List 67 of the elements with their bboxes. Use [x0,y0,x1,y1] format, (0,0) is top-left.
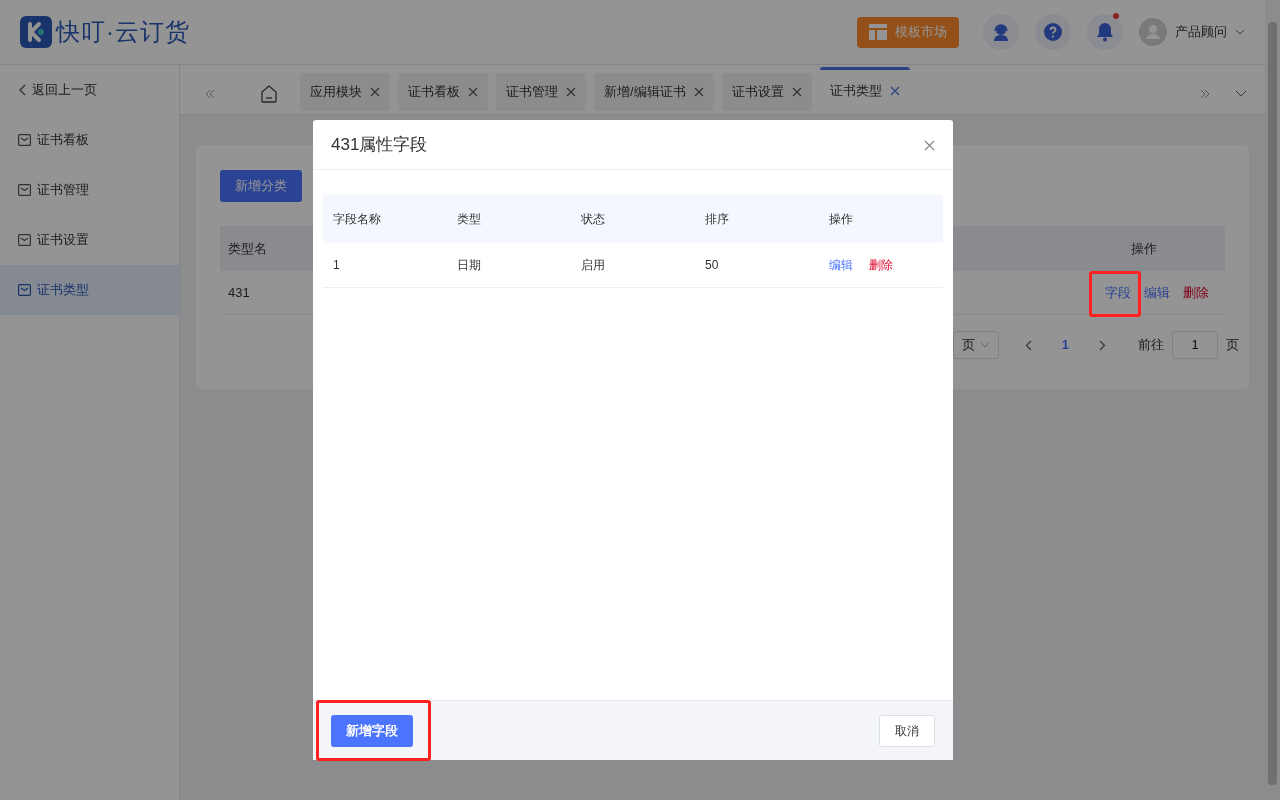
home-icon [260,84,278,103]
double-right-icon [1199,88,1211,99]
help-button[interactable] [1035,14,1071,50]
caret-icon [979,342,990,348]
tab[interactable]: 证书管理 [496,73,586,111]
close-icon[interactable] [889,85,900,96]
column-header: 操作 [829,212,853,226]
headset-icon [991,22,1011,42]
sidebar-item[interactable]: 证书类型 [0,265,179,315]
action-link[interactable]: 删除 [1183,284,1209,300]
close-icon[interactable] [693,87,704,97]
help-icon [1043,22,1063,42]
mail-icon [18,284,31,296]
cancel-button[interactable]: 取消 [879,714,935,747]
page-label: 页 [1226,336,1239,355]
mail-icon [18,184,31,196]
back-icon [18,84,26,96]
bell-icon [1096,22,1114,42]
action-link[interactable]: 删除 [869,256,893,274]
double-left-icon [204,88,216,99]
back-link[interactable]: 返回上一页 [0,65,179,115]
tab[interactable]: 应用模块 [300,73,390,111]
close-icon[interactable] [370,87,380,97]
tab[interactable]: 新增/编辑证书 [594,73,714,111]
chevron-left-icon [1024,340,1032,352]
column-header: 类型 [457,212,481,226]
support-button[interactable] [983,14,1019,50]
caret-icon [1235,29,1245,35]
sidebar-item[interactable]: 证书设置 [0,215,179,265]
column-header: 字段名称 [333,212,381,226]
table-cell: 1 [333,258,340,272]
sidebar-item[interactable]: 证书看板 [0,115,179,165]
close-icon [924,139,935,151]
add-field-button[interactable]: 新增字段 [331,714,413,747]
caret-icon [1235,90,1247,98]
action-link[interactable]: 编辑 [1144,284,1170,300]
close-icon[interactable] [468,87,478,97]
user-name[interactable]: 产品顾问 [1175,22,1227,42]
page-input[interactable]: 1 [1172,331,1218,359]
notification-button[interactable] [1087,14,1123,50]
avatar-icon [1139,18,1167,46]
table-cell: 日期 [457,258,481,272]
mail-icon [18,234,31,246]
close-icon[interactable] [791,87,802,97]
mail-icon [18,134,31,146]
layout-icon [869,24,887,40]
column-header: 操作 [1131,239,1157,258]
select-text: 页 [961,336,975,355]
tab[interactable]: 证书设置 [721,73,812,111]
tab[interactable]: 证书看板 [398,73,488,111]
column-header: 排序 [705,212,729,226]
close-icon[interactable] [566,87,576,97]
add-category-button[interactable]: 新增分类 [220,170,302,202]
column-header: 类型名 [228,239,267,258]
dialog-title: 431属性字段 [331,133,428,156]
column-header: 状态 [581,212,605,226]
action-link[interactable]: 字段 [1105,284,1131,300]
goto-label: 前往 [1138,336,1164,355]
logo-text: 快叮·云订货 [56,17,190,47]
sidebar-item[interactable]: 证书管理 [0,165,179,215]
table-cell: 50 [705,258,719,272]
action-link[interactable]: 编辑 [829,256,853,274]
logo-icon [20,16,52,48]
table-cell-text: 431 [228,283,250,302]
table-cell: 启用 [581,258,605,272]
page-number[interactable]: 1 [1061,335,1069,355]
chevron-right-icon [1099,340,1106,352]
